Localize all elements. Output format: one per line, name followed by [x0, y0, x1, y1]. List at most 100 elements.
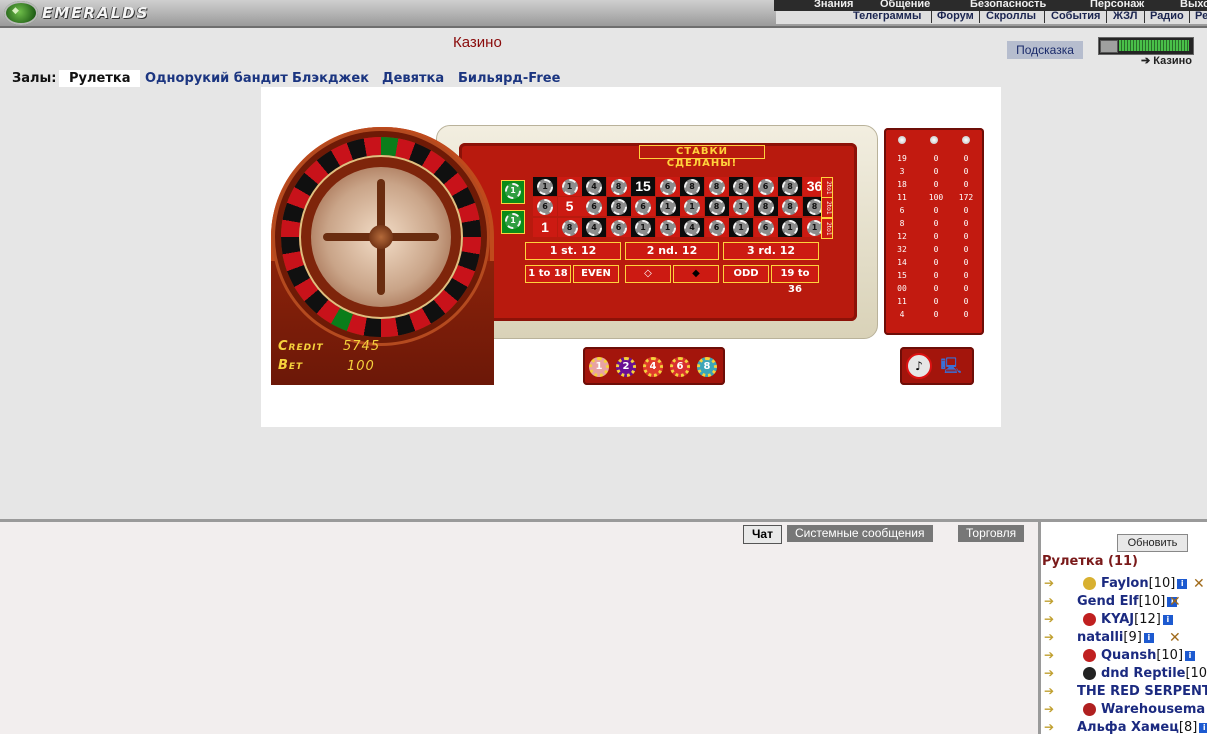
user-name[interactable]: Warehousema — [1101, 702, 1205, 717]
placed-chip[interactable]: 8 — [708, 199, 725, 215]
location-link[interactable]: ➔ Казино — [1141, 54, 1192, 67]
chip-1[interactable]: 1 — [589, 357, 609, 377]
user-name[interactable]: KYAJ[12] i — [1101, 612, 1173, 627]
user-info-icon[interactable]: i — [1177, 578, 1188, 589]
placed-chip[interactable]: 8 — [782, 199, 798, 215]
clan-badge-icon[interactable] — [1083, 613, 1096, 626]
ignore-user-icon[interactable]: ✕ — [1193, 576, 1205, 592]
network-computer-icon[interactable]: 🖳 — [938, 355, 964, 377]
chip-8[interactable]: 8 — [697, 357, 717, 377]
bet-even[interactable]: EVEN — [573, 265, 619, 283]
placed-chip[interactable]: 8 — [708, 179, 725, 195]
user-row[interactable]: ➔ THE RED SERPENT — [1041, 684, 1207, 702]
private-message-arrow-icon[interactable]: ➔ — [1044, 648, 1064, 662]
number-cell[interactable]: 15 — [631, 177, 655, 196]
placed-chip[interactable]: 8 — [782, 179, 798, 195]
bet-odd[interactable]: ODD — [723, 265, 769, 283]
user-row[interactable]: ➔ Gend Elf[10] i ✕ — [1041, 594, 1207, 612]
placed-chip[interactable]: 1 — [684, 199, 700, 215]
placed-chip[interactable]: 8 — [610, 179, 627, 195]
chat-area[interactable] — [0, 522, 1040, 734]
sound-toggle-icon[interactable]: ♪ — [906, 353, 932, 379]
user-info-icon[interactable]: i — [1199, 722, 1207, 733]
tab-trade[interactable]: Торговля — [958, 525, 1025, 542]
menu-item-security[interactable]: Безопасность — [970, 0, 1046, 10]
dozen-bet-2[interactable]: 2 nd. 12 — [625, 242, 719, 260]
bet-19-to-36[interactable]: 19 to 36 — [771, 265, 819, 295]
user-name[interactable]: Faylon[10] i — [1101, 576, 1188, 591]
clan-badge-icon[interactable] — [1083, 649, 1096, 662]
placed-chip[interactable]: 6 — [757, 220, 774, 236]
menu-item-communication[interactable]: Общение — [880, 0, 930, 10]
menu-item-events[interactable]: События — [1051, 10, 1100, 22]
menu-item-exit[interactable]: Выхо — [1180, 0, 1207, 10]
number-cell[interactable]: 5 — [557, 197, 582, 216]
user-row[interactable]: ➔ Quansh[10] i — [1041, 648, 1207, 666]
user-name[interactable]: Quansh[10] i — [1101, 648, 1196, 663]
placed-chip[interactable]: 8 — [757, 199, 774, 215]
user-row[interactable]: ➔ natalli[9] i ✕ — [1041, 630, 1207, 648]
user-name[interactable]: THE RED SERPENT — [1077, 684, 1207, 699]
clan-badge-icon[interactable] — [1083, 703, 1096, 716]
menu-item-knowledge[interactable]: Знания — [814, 0, 853, 10]
placed-chip[interactable]: 8 — [561, 220, 578, 236]
placed-chip[interactable]: 1 — [782, 220, 798, 236]
chip-4[interactable]: 4 — [643, 357, 663, 377]
user-name[interactable]: Альфа Хамец[8] i — [1077, 720, 1207, 734]
tab-chat[interactable]: Чат — [743, 525, 782, 544]
dozen-bet-1[interactable]: 1 st. 12 — [525, 242, 621, 260]
site-logo-text[interactable]: EMERALDS — [42, 4, 149, 22]
menu-item-radio[interactable]: Радио — [1150, 10, 1184, 22]
menu-item-character[interactable]: Персонаж — [1090, 0, 1144, 10]
chip-6[interactable]: 6 — [670, 357, 690, 377]
private-message-arrow-icon[interactable]: ➔ — [1044, 666, 1064, 680]
user-row[interactable]: ➔ KYAJ[12] i — [1041, 612, 1207, 630]
placed-chip[interactable]: 1 — [659, 220, 676, 236]
ignore-user-icon[interactable]: ✕ — [1169, 630, 1181, 646]
bet-black[interactable]: ◆ — [673, 265, 719, 283]
placed-chip[interactable]: 1 — [733, 199, 749, 215]
menu-item-telegrams[interactable]: Телеграммы — [853, 10, 921, 22]
column-bet-2[interactable]: 2to1 — [821, 197, 833, 218]
menu-item-scrolls[interactable]: Скроллы — [986, 10, 1036, 22]
bet-1-to-18[interactable]: 1 to 18 — [525, 265, 571, 283]
column-bet-1[interactable]: 2to1 — [821, 177, 833, 198]
user-info-icon[interactable]: i — [1143, 632, 1154, 643]
user-row[interactable]: ➔ dnd Reptile[10]i — [1041, 666, 1207, 684]
placed-chip[interactable]: 1 — [733, 220, 749, 236]
bet-red[interactable]: ◇ — [625, 265, 671, 283]
private-message-arrow-icon[interactable]: ➔ — [1044, 612, 1064, 626]
refresh-button[interactable]: Обновить — [1117, 534, 1188, 552]
placed-chip[interactable]: 1 — [659, 199, 676, 215]
user-row[interactable]: ➔ Альфа Хамец[8] i — [1041, 720, 1207, 734]
hall-tab-nine[interactable]: Девятка — [382, 70, 444, 87]
placed-chip[interactable]: 4 — [586, 179, 602, 195]
private-message-arrow-icon[interactable]: ➔ — [1044, 702, 1064, 716]
private-message-arrow-icon[interactable]: ➔ — [1044, 684, 1064, 698]
hint-button[interactable]: Подсказка — [1007, 41, 1083, 59]
placed-chip[interactable]: 8 — [684, 179, 700, 195]
private-message-arrow-icon[interactable]: ➔ — [1044, 594, 1064, 608]
user-name[interactable]: Gend Elf[10] i — [1077, 594, 1178, 609]
chip-2[interactable]: 2 — [616, 357, 636, 377]
placed-chip[interactable]: 1 — [505, 213, 521, 229]
clan-badge-icon[interactable] — [1083, 667, 1096, 680]
placed-chip[interactable]: 6 — [586, 199, 602, 215]
placed-chip[interactable]: 6 — [635, 199, 651, 215]
placed-chip[interactable]: 6 — [659, 179, 676, 195]
placed-chip[interactable]: 1 — [561, 179, 578, 195]
placed-chip[interactable]: 6 — [610, 220, 627, 236]
menu-item-forum[interactable]: Форум — [937, 10, 974, 22]
placed-chip[interactable]: 1 — [537, 179, 553, 195]
user-row[interactable]: ➔ Faylon[10] i ✕ — [1041, 576, 1207, 594]
hall-tab-blackjack[interactable]: Блэкджек — [292, 70, 369, 87]
hall-tab-billiards[interactable]: Бильярд-Free — [458, 70, 560, 87]
menu-item-re[interactable]: Ре — [1195, 10, 1207, 22]
status-minimap[interactable] — [1098, 37, 1194, 55]
placed-chip[interactable]: 8 — [610, 199, 627, 215]
clan-badge-icon[interactable] — [1083, 577, 1096, 590]
placed-chip[interactable]: 6 — [708, 220, 725, 236]
private-message-arrow-icon[interactable]: ➔ — [1044, 576, 1064, 590]
user-row[interactable]: ➔ Warehousema — [1041, 702, 1207, 720]
placed-chip[interactable]: 6 — [537, 199, 553, 215]
